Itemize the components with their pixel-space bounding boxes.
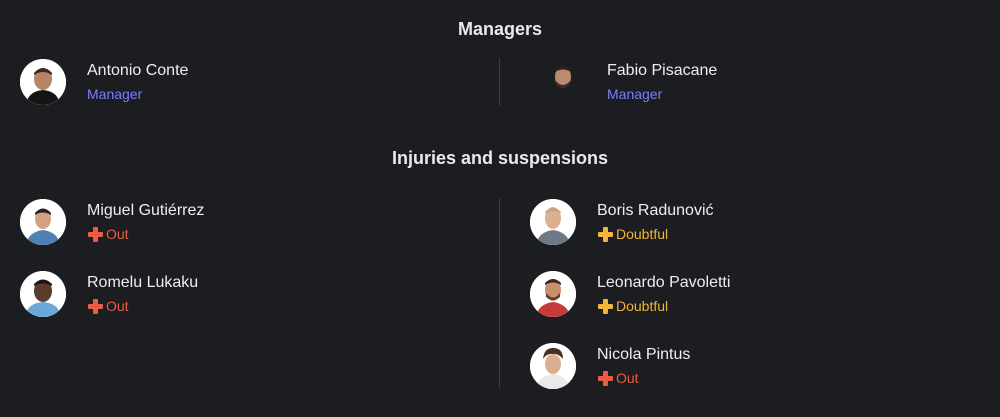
avatar xyxy=(20,199,66,245)
player-card-pavoletti[interactable]: Leonardo Pavoletti Doubtful xyxy=(530,270,730,318)
managers-divider xyxy=(499,58,500,106)
player-card-pintus[interactable]: Nicola Pintus Out xyxy=(530,342,690,390)
status-label: Doubtful xyxy=(616,225,669,242)
person-name: Fabio Pisacane xyxy=(607,61,718,79)
injuries-heading: Injuries and suspensions xyxy=(391,148,609,168)
status-badge: Out xyxy=(87,224,204,244)
avatar xyxy=(530,343,576,389)
yellow-cross-icon xyxy=(597,226,613,242)
avatar xyxy=(20,271,66,317)
avatar xyxy=(20,59,66,105)
avatar xyxy=(540,59,586,105)
person-name: Boris Radunović xyxy=(597,201,714,219)
yellow-cross-icon xyxy=(597,298,613,314)
person-role: Manager xyxy=(87,85,143,102)
status-label: Out xyxy=(106,297,129,314)
manager-card-pisacane[interactable]: Fabio Pisacane Manager xyxy=(540,58,717,106)
status-badge: Out xyxy=(87,296,198,316)
status-label: Doubtful xyxy=(616,297,669,314)
avatar xyxy=(530,271,576,317)
status-badge: Doubtful xyxy=(597,224,714,244)
red-cross-icon xyxy=(87,298,103,314)
red-cross-icon xyxy=(87,226,103,242)
status-badge: Out xyxy=(597,368,690,388)
person-name: Leonardo Pavoletti xyxy=(597,273,731,291)
status-badge: Doubtful xyxy=(597,296,730,316)
person-role: Manager xyxy=(607,85,663,102)
player-card-gutierrez[interactable]: Miguel Gutiérrez Out xyxy=(20,198,204,246)
red-cross-icon xyxy=(597,370,613,386)
player-card-lukaku[interactable]: Romelu Lukaku Out xyxy=(20,270,198,318)
avatar xyxy=(530,199,576,245)
person-name: Miguel Gutiérrez xyxy=(87,201,205,219)
injuries-divider xyxy=(499,198,500,388)
managers-heading: Managers xyxy=(457,19,543,39)
status-label: Out xyxy=(616,369,639,386)
person-name: Nicola Pintus xyxy=(597,345,691,363)
person-name: Antonio Conte xyxy=(87,61,189,79)
person-name: Romelu Lukaku xyxy=(87,273,199,291)
player-card-radunovic[interactable]: Boris Radunović Doubtful xyxy=(530,198,714,246)
manager-card-conte[interactable]: Antonio Conte Manager xyxy=(20,58,188,106)
status-label: Out xyxy=(106,225,129,242)
